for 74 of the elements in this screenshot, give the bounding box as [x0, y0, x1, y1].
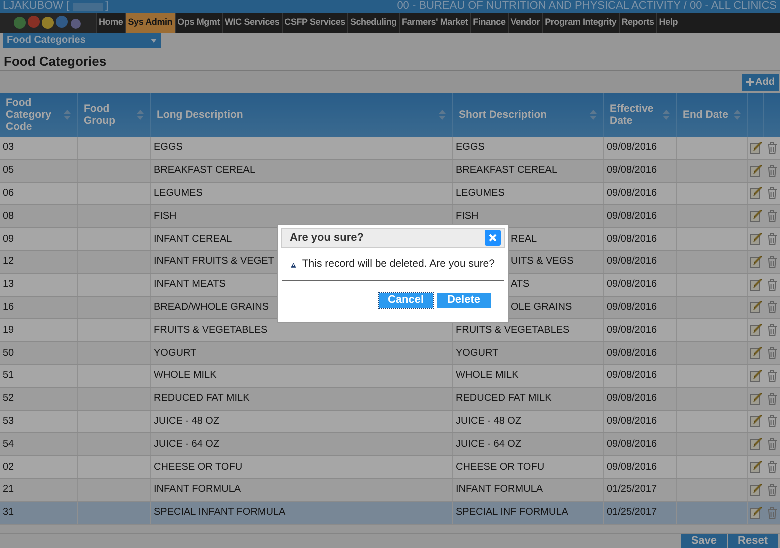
table-cell-text: INFANT CEREAL — [154, 232, 232, 247]
table-cell-text: 13 — [3, 278, 14, 292]
table-cell-text: SPECIAL INFANT FORMULA — [154, 506, 286, 520]
table-cell-text: LEGUMES — [456, 186, 505, 201]
table-cell-text: 52 — [3, 392, 14, 406]
agency-label: 00 - BUREAU OF NUTRITION AND PHYSICAL ACTIVITY / 00 - ALL CLINICS — [397, 1, 777, 12]
table-cell-text: 09/08/2016 — [607, 346, 658, 361]
table-cell-text: 19 — [3, 324, 14, 338]
table-cell-text: 09/08/2016 — [607, 141, 658, 156]
table-cell-text: JUICE - 64 OZ — [456, 438, 522, 452]
username: LJAKUBOW [ — [3, 1, 70, 12]
username-bracket: ] — [106, 1, 109, 12]
table-cell-text: FRUITS & VEGETABLES — [456, 324, 570, 338]
table-cell-text: 09/08/2016 — [607, 186, 658, 201]
table-cell-text: EGGS — [456, 141, 485, 156]
table-cell-text: 05 — [3, 164, 14, 178]
table-cell-text: REDUCED FAT MILK — [456, 392, 552, 406]
table-cell-text: BREAKFAST CEREAL — [154, 164, 256, 178]
table-cell-text: FISH — [456, 210, 479, 224]
table-cell-text: 09/08/2016 — [607, 210, 658, 224]
table-cell-text: CHEESE OR TOFU — [154, 460, 243, 475]
table-cell-text: 51 — [3, 369, 14, 384]
table-cell-text: REDUCED FAT MILK — [154, 392, 250, 406]
table-cell-text: 09/08/2016 — [607, 232, 658, 247]
table-cell-text: 06 — [3, 186, 14, 201]
table-cell-text: BREAD/WHOLE GRAINS — [154, 300, 270, 315]
table-cell-text: INFANT FORMULA — [456, 483, 544, 498]
table-cell-text: YOGURT — [456, 346, 499, 361]
table-cell-text: ATS — [511, 278, 530, 292]
dialog-message: This record will be deleted. Are you sure? — [302, 257, 495, 272]
table-cell-text: 09/08/2016 — [607, 300, 658, 315]
dialog-title: Are you sure? — [290, 230, 364, 246]
table-cell-text: FISH — [154, 210, 177, 224]
table-cell-text: 09/08/2016 — [607, 278, 658, 292]
page-title: Food Categories — [4, 53, 107, 72]
table-cell-text: 09 — [3, 232, 14, 247]
table-cell-text: SPECIAL INF FORMULA — [456, 506, 568, 520]
table-cell-text: 09/08/2016 — [607, 460, 658, 475]
table-cell-text: JUICE - 48 OZ — [154, 414, 220, 429]
table-cell-text: WHOLE MILK — [154, 369, 217, 384]
table-cell-text: INFANT FORMULA — [154, 483, 242, 498]
table-cell-text: 08 — [3, 210, 14, 224]
table-cell-text: 09/08/2016 — [607, 324, 658, 338]
table-cell-text: 31 — [3, 506, 14, 520]
table-cell-text: YOGURT — [154, 346, 197, 361]
table-cell-text: 01/25/2017 — [607, 483, 658, 498]
table-cell-text: 53 — [3, 414, 14, 429]
table-cell-text: LEGUMES — [154, 186, 203, 201]
table-cell-text: CHEESE OR TOFU — [456, 460, 545, 475]
table-cell-text: EGGS — [154, 141, 183, 156]
table-cell-text: 02 — [3, 460, 14, 475]
table-cell-text: 01/25/2017 — [607, 506, 658, 520]
table-cell-text: 12 — [3, 255, 14, 270]
table-cell-text: 54 — [3, 438, 14, 452]
table-cell-text: JUICE - 64 OZ — [154, 438, 220, 452]
table-cell-text: INFANT MEATS — [154, 278, 226, 292]
table-cell-text: 50 — [3, 346, 14, 361]
table-cell-text: INFANT FRUITS & VEGET — [154, 255, 274, 270]
table-cell-text: 09/08/2016 — [607, 369, 658, 384]
table-cell-text: 09/08/2016 — [607, 392, 658, 406]
table-cell-text: OLE GRAINS — [511, 300, 572, 315]
table-cell-text: JUICE - 48 OZ — [456, 414, 522, 429]
table-cell-text: 09/08/2016 — [607, 438, 658, 452]
table-cell-text: BREAKFAST CEREAL — [456, 164, 558, 178]
table-cell-text: UITS & VEGS — [511, 255, 574, 270]
table-cell-text: 21 — [3, 483, 14, 498]
table-cell-text: 16 — [3, 300, 14, 315]
table-cell-text: 09/08/2016 — [607, 414, 658, 429]
table-cell-text: FRUITS & VEGETABLES — [154, 324, 268, 338]
table-cell-text: WHOLE MILK — [456, 369, 519, 384]
table-cell-text: REAL — [511, 232, 538, 247]
table-cell-text: 09/08/2016 — [607, 255, 658, 270]
table-cell-text: 09/08/2016 — [607, 164, 658, 178]
table-cell-text: 03 — [3, 141, 14, 156]
